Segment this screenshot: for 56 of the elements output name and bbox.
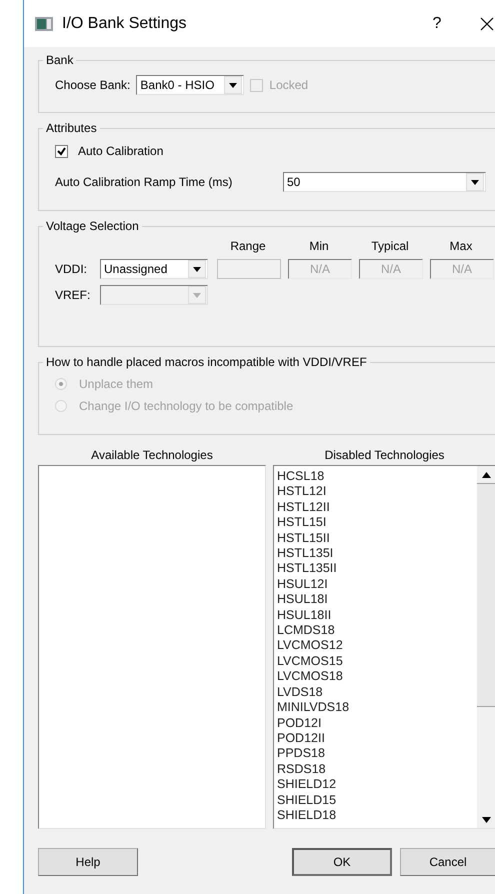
list-heading: Disabled Technologies — [324, 447, 446, 464]
radio-label: Unplace them — [79, 377, 154, 391]
group-title: Attributes — [45, 121, 98, 135]
window-title: I/O Bank Settings — [62, 14, 188, 32]
app-icon — [35, 16, 53, 30]
dialog-button[interactable]: Cancel — [400, 848, 495, 876]
list-heading: Available Technologies — [90, 447, 214, 464]
list-item[interactable]: HSUL12I — [277, 576, 477, 592]
auto-calibration-label: Auto Calibration — [78, 144, 164, 158]
choose-bank-label: Choose Bank: — [55, 78, 130, 92]
list-item[interactable]: SHIELD12 — [277, 777, 477, 793]
list-item[interactable]: HSTL12II — [277, 500, 477, 516]
auto-calibration-checkbox[interactable] — [55, 144, 68, 158]
radio-label: Change I/O technology to be compatible — [79, 399, 294, 413]
list-item[interactable]: RSDS18 — [277, 762, 477, 778]
list-item[interactable]: HSTL15I — [277, 515, 477, 531]
list-item[interactable]: PPDS18 — [277, 746, 477, 762]
list-item[interactable]: HCSL18 — [277, 469, 477, 484]
scroll-down-icon[interactable] — [482, 816, 490, 822]
list-item[interactable]: POD12II — [277, 730, 477, 746]
voltage-field[interactable] — [217, 259, 281, 279]
locked-label: Locked — [269, 78, 308, 92]
list-item[interactable]: MINILVDS18 — [277, 700, 477, 716]
column-heading: Max — [448, 239, 474, 253]
ramp-time-label: Auto Calibration Ramp Time (ms) — [55, 175, 234, 189]
list-item[interactable]: HSTL135I — [277, 546, 477, 562]
vddi-label: VDDI: — [55, 262, 88, 276]
column-heading: Min — [308, 239, 330, 253]
column-heading: Range — [229, 239, 267, 253]
list-item[interactable]: SHIELD15 — [277, 792, 477, 808]
list-item[interactable]: HSTL15II — [277, 530, 477, 546]
list-item[interactable]: LVCMOS18 — [277, 669, 477, 685]
scroll-up-icon[interactable] — [482, 472, 490, 478]
close-icon[interactable] — [480, 16, 494, 30]
group-title: Voltage Selection — [45, 219, 140, 233]
vddi-dropdown[interactable]: Unassigned — [100, 259, 208, 279]
list-item[interactable]: HSTL12I — [277, 484, 477, 500]
bank-dropdown[interactable]: Bank0 - HSIO — [136, 75, 244, 95]
list-item[interactable]: LVCMOS15 — [277, 654, 477, 670]
list-item[interactable]: LCMDS18 — [277, 623, 477, 638]
list-item[interactable]: LVCMOS12 — [277, 638, 477, 654]
list-item[interactable]: HSTL135II — [277, 561, 477, 577]
column-heading: Typical — [370, 239, 410, 253]
list-item[interactable]: HSUL18II — [277, 608, 477, 624]
list-item[interactable]: SHIELD18 — [277, 808, 477, 824]
list-item[interactable]: LVDS18 — [277, 684, 477, 700]
list-item[interactable]: POD12I — [277, 716, 477, 731]
dialog-button[interactable]: OK — [292, 848, 392, 876]
help-button[interactable]: ? — [427, 14, 447, 32]
list-item[interactable]: HSUL18I — [277, 592, 477, 608]
vref-label: VREF: — [55, 288, 92, 302]
scrollbar[interactable] — [477, 466, 495, 828]
ramp-time-dropdown[interactable]: 50 — [283, 172, 486, 192]
dialog-button[interactable]: Help — [38, 848, 138, 876]
group-title: How to handle placed macros incompatible with VDDI/VREF — [45, 355, 368, 369]
group-title: Bank — [45, 53, 74, 67]
